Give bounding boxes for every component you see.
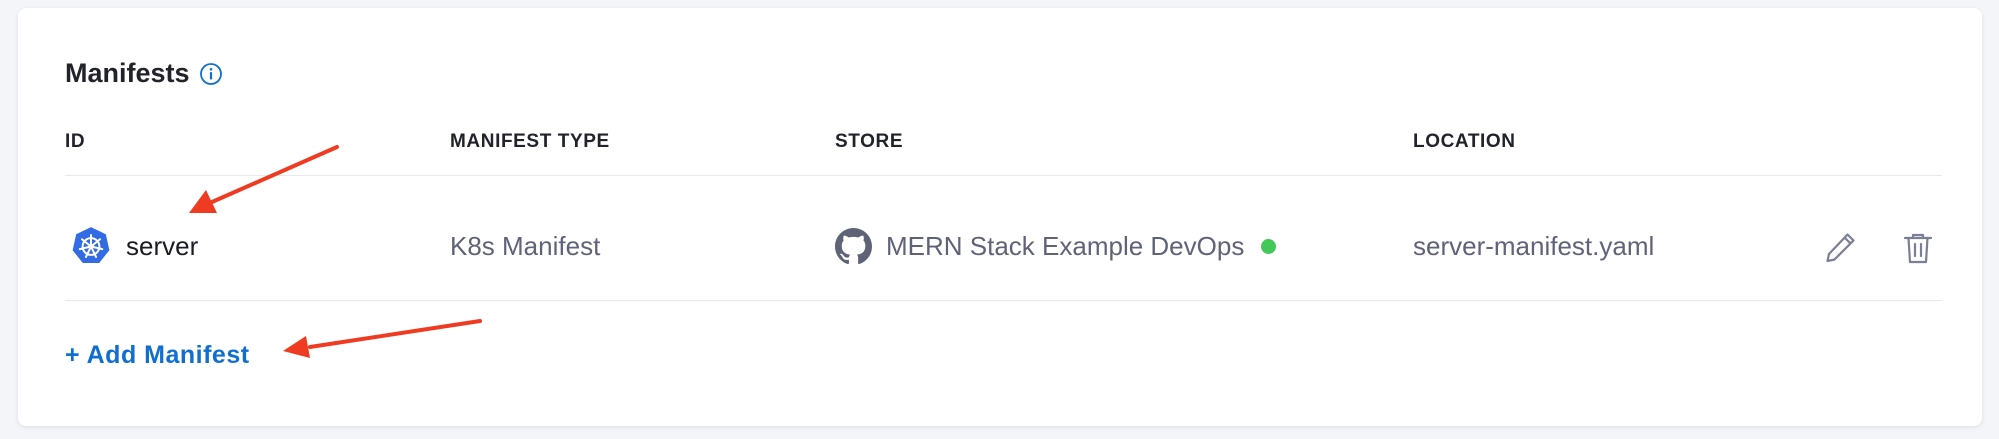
trash-icon[interactable] xyxy=(1898,228,1938,268)
add-manifest-link[interactable]: + Add Manifest xyxy=(65,341,250,370)
table-row[interactable]: server K8s Manifest MERN Stack Example D… xyxy=(18,184,1982,308)
column-header-store: STORE xyxy=(835,131,904,152)
status-dot xyxy=(1261,238,1277,254)
manifest-id-cell: server xyxy=(70,184,198,308)
manifest-type-cell: K8s Manifest xyxy=(450,184,600,308)
edit-icon[interactable] xyxy=(1820,228,1860,268)
column-header-manifest-type: MANIFEST TYPE xyxy=(450,131,610,152)
manifest-type: K8s Manifest xyxy=(450,230,601,261)
divider xyxy=(65,175,1942,176)
section-title: Manifests xyxy=(65,58,190,88)
section-header: Manifests xyxy=(65,58,223,89)
store-cell: MERN Stack Example DevOps xyxy=(835,184,1277,308)
column-header-id: ID xyxy=(65,131,86,152)
location-cell: server-manifest.yaml xyxy=(1413,184,1654,308)
manifest-location: server-manifest.yaml xyxy=(1413,230,1655,261)
info-circle-icon[interactable] xyxy=(199,62,223,86)
column-header-location: LOCATION xyxy=(1413,131,1516,152)
divider xyxy=(65,300,1942,301)
kubernetes-icon xyxy=(70,225,112,267)
table-header: ID MANIFEST TYPE STORE LOCATION xyxy=(18,125,1982,159)
manifest-id: server xyxy=(126,230,199,261)
github-icon xyxy=(835,227,872,265)
store-name: MERN Stack Example DevOps xyxy=(886,230,1245,261)
manifests-card: Manifests ID MANIFEST TYPE STORE LOCATIO… xyxy=(18,8,1982,426)
